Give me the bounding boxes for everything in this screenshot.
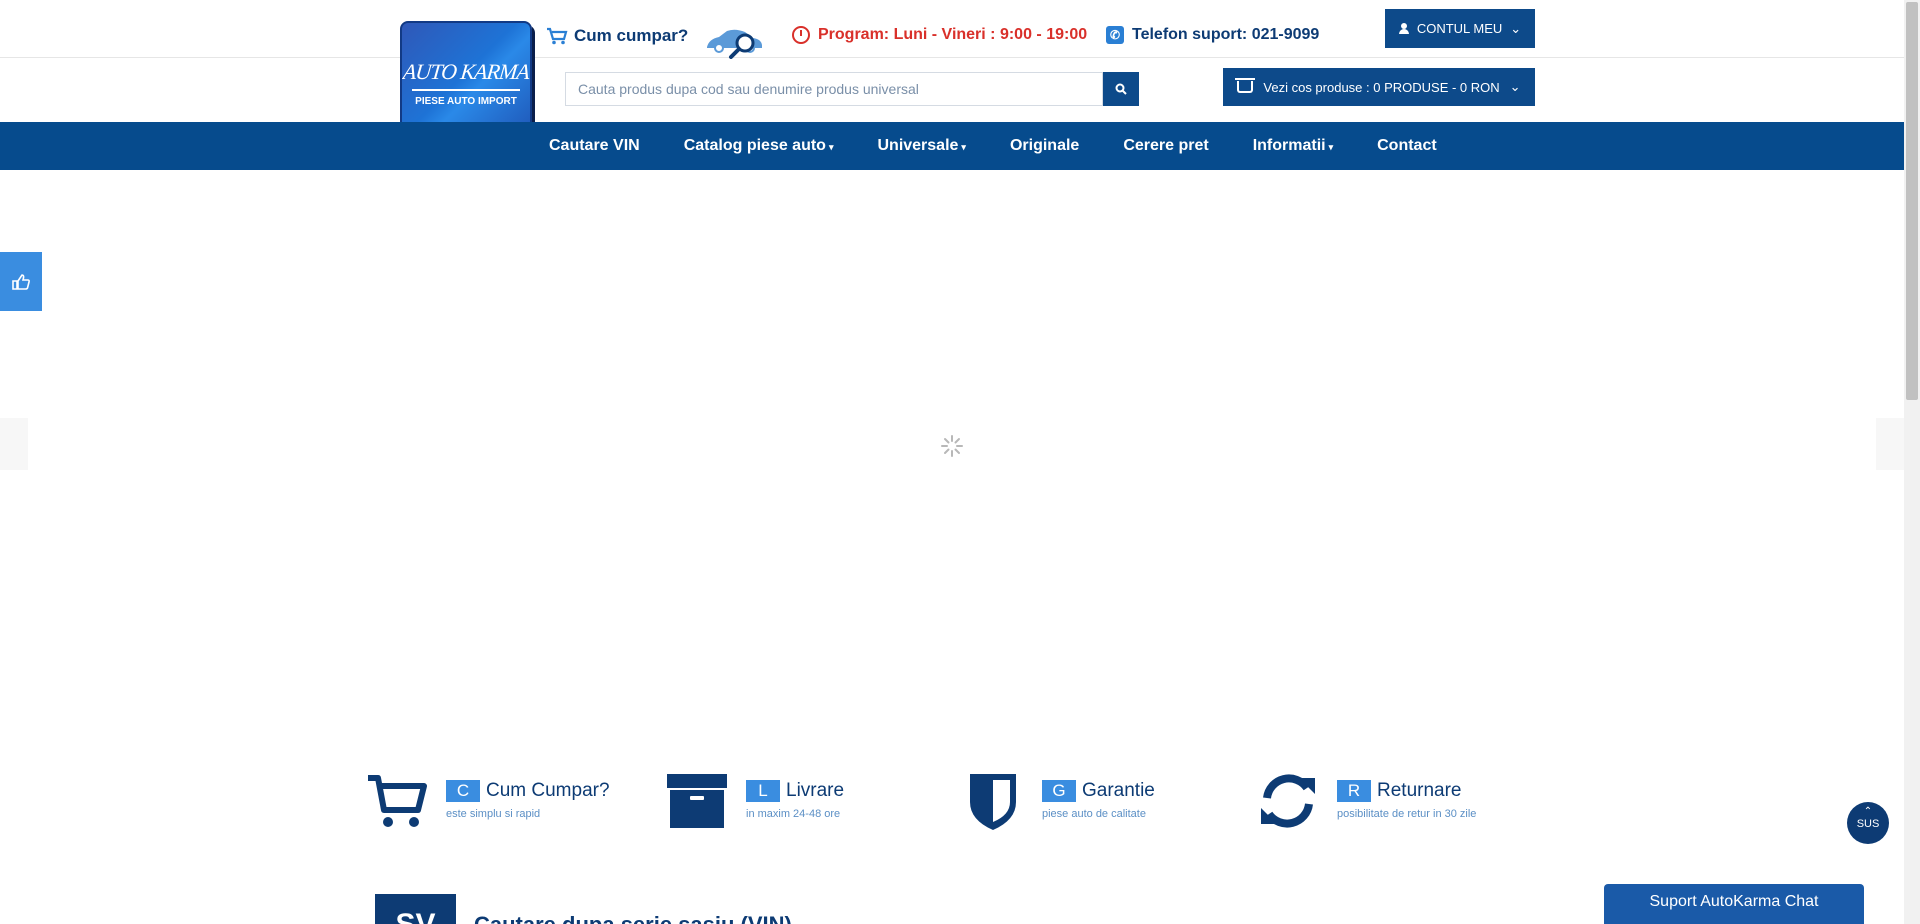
caret-down-icon: ▾ — [828, 142, 834, 152]
user-icon — [1398, 23, 1409, 34]
nav-item-label: Cerere pret — [1123, 137, 1209, 154]
slider-prev-button[interactable] — [0, 418, 28, 470]
account-button[interactable]: CONTUL MEU ⌄ — [1385, 9, 1535, 48]
nav-item-vin[interactable]: Cautare VIN — [549, 137, 640, 155]
main-nav-items: Cautare VIN Catalog piese auto ▾ Universa… — [549, 122, 1481, 170]
nav-item-label: Originale — [1009, 137, 1080, 154]
cart-icon — [547, 27, 568, 45]
logo-subtitle: PIESE AUTO IMPORT — [415, 96, 517, 107]
logo-underline — [412, 89, 520, 91]
vin-section-title: Cautare dupa serie sasiu (VIN) — [474, 912, 792, 924]
support-chat-button[interactable]: Suport AutoKarma Chat — [1604, 884, 1864, 924]
caret-down-icon: ▾ — [961, 142, 966, 152]
support-phone[interactable]: ✆ Telefon suport: 021-9099 — [1106, 26, 1319, 44]
cart-summary-button[interactable]: Vezi cos produse : 0 PRODUSE - 0 RON ⌄ — [1223, 68, 1535, 106]
feature-letter: G — [1042, 780, 1076, 802]
search-icon — [1115, 83, 1127, 95]
cart-summary-label: Vezi cos produse : 0 PRODUSE - 0 RON — [1263, 79, 1500, 95]
search-input[interactable] — [565, 72, 1103, 106]
nav-item-label: Catalog piese auto — [683, 137, 826, 154]
phone-icon: ✆ — [1106, 26, 1124, 44]
how-to-buy-label: Cum cumpar? — [574, 26, 689, 45]
nav-item-original[interactable]: Originale — [1010, 137, 1079, 155]
feature-delivery[interactable]: L Livrare in maxim 24-48 ore — [666, 770, 844, 832]
feature-letter: L — [746, 780, 780, 802]
account-label: CONTUL MEU — [1416, 21, 1503, 36]
support-phone-text: Telefon suport: 021-9099 — [1132, 26, 1320, 43]
nav-item-price-request[interactable]: Cerere pret — [1123, 137, 1208, 155]
working-hours-text: Program: Luni - Vineri : 9:00 - 19:00 — [818, 26, 1088, 43]
nav-item-label: Cautare VIN — [549, 137, 640, 154]
car-search-icon[interactable] — [705, 27, 765, 59]
cart-icon — [368, 775, 427, 827]
vin-section-badge: SV — [375, 894, 456, 924]
feature-subtitle: posibilitate de retur in 30 zile — [1337, 808, 1477, 820]
back-to-top-button[interactable]: ⌃ SUS — [1847, 802, 1889, 844]
nav-item-label: Contact — [1377, 137, 1437, 154]
header-divider — [0, 57, 1904, 58]
feature-returns[interactable]: R Returnare posibilitate de retur in 30 … — [1257, 770, 1476, 832]
loading-spinner-icon — [941, 435, 963, 457]
feature-title: Livrare — [786, 780, 845, 801]
nav-item-universal[interactable]: Universale ▾ — [877, 137, 965, 155]
chevron-up-icon: ⌃ — [1863, 806, 1873, 817]
feature-title: Cum Cumpar? — [486, 780, 610, 801]
refresh-icon — [1261, 774, 1315, 828]
box-icon — [667, 774, 727, 828]
clock-icon — [792, 26, 810, 44]
shield-icon — [970, 774, 1016, 830]
side-like-button[interactable] — [0, 252, 42, 311]
feature-letter: C — [446, 780, 480, 802]
nav-item-info[interactable]: Informatii ▾ — [1253, 137, 1333, 155]
chevron-down-icon: ⌄ — [1510, 20, 1522, 36]
nav-item-contact[interactable]: Contact — [1377, 137, 1437, 155]
page-scrollbar-thumb[interactable] — [1906, 2, 1918, 400]
feature-title: Garantie — [1082, 780, 1155, 801]
thumbs-up-icon — [12, 273, 30, 290]
nav-item-catalog[interactable]: Catalog piese auto ▾ — [684, 137, 834, 155]
page: AUTO KARMA PIESE AUTO IMPORT Cum cumpar?… — [0, 0, 1920, 924]
logo-title: AUTO KARMA — [401, 59, 531, 84]
back-to-top-label: SUS — [1856, 818, 1880, 830]
nav-item-label: Universale — [877, 137, 959, 154]
feature-subtitle: este simplu si rapid — [446, 808, 541, 820]
feature-how-to-buy[interactable]: C Cum Cumpar? este simplu si rapid — [366, 770, 610, 832]
feature-title: Returnare — [1377, 780, 1462, 801]
working-hours: Program: Luni - Vineri : 9:00 - 19:00 — [792, 26, 1087, 44]
how-to-buy-link[interactable]: Cum cumpar? — [546, 26, 688, 46]
nav-item-label: Informatii — [1252, 137, 1326, 154]
slider-next-button[interactable] — [1876, 418, 1904, 470]
feature-warranty[interactable]: G Garantie piese auto de calitate — [962, 770, 1155, 832]
feature-subtitle: in maxim 24-48 ore — [746, 808, 841, 820]
feature-letter: R — [1337, 780, 1371, 802]
feature-subtitle: piese auto de calitate — [1042, 808, 1146, 820]
basket-icon — [1235, 78, 1256, 93]
chevron-down-icon: ⌄ — [1509, 79, 1521, 94]
search-button[interactable] — [1103, 72, 1139, 106]
main-nav: Cautare VIN Catalog piese auto ▾ Universa… — [0, 122, 1904, 170]
caret-down-icon: ▾ — [1328, 142, 1334, 152]
